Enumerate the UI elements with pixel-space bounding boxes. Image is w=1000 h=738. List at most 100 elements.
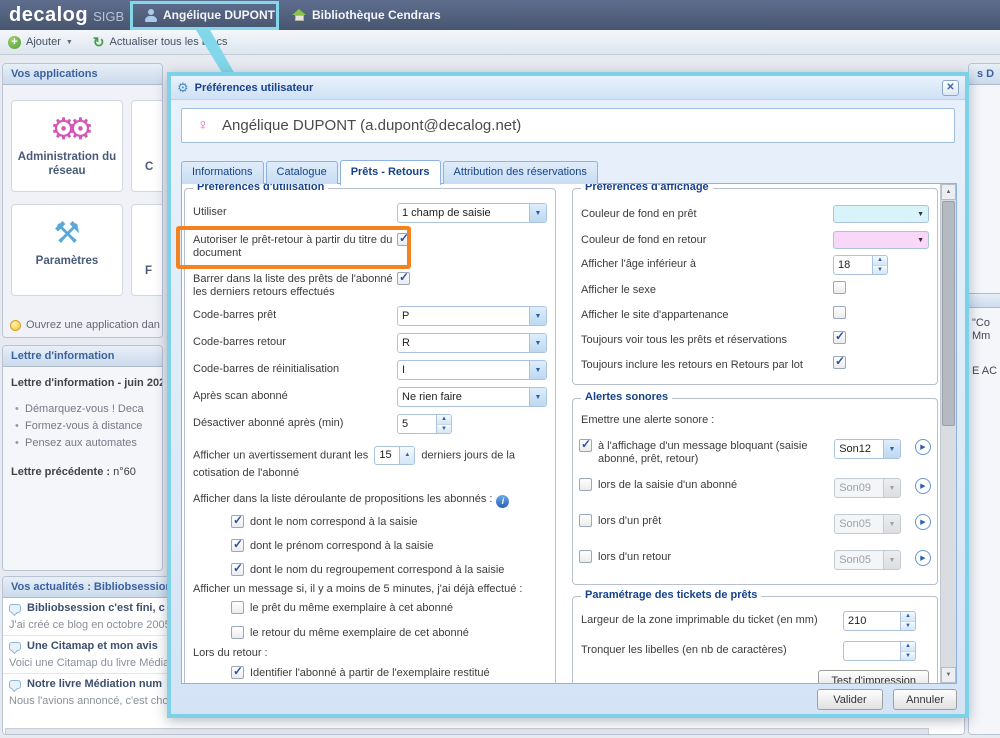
tile-parametres[interactable]: ⚒ Paramètres <box>11 204 123 296</box>
right-panel-body: "Co Mm E AC <box>969 85 1000 734</box>
couleur-pret-dropdown[interactable]: ▼ <box>833 205 929 223</box>
newsletter-link[interactable]: •Démarquez-vous ! Deca <box>11 401 154 418</box>
sound-select[interactable]: Son12 ▼ <box>834 439 901 459</box>
prop-check-regroupement[interactable]: ✓ dont le nom du regroupement correspond… <box>231 563 547 577</box>
newsletter-link[interactable]: •Pensez aux automates <box>11 435 154 452</box>
tools-icon: ⚒ <box>12 213 122 255</box>
test-impression-button[interactable]: Test d'impression <box>818 670 929 684</box>
refresh-label: Actualiser tous les blocs <box>110 36 228 48</box>
check-icon: ✓ <box>581 437 591 451</box>
add-button[interactable]: + Ajouter ▼ <box>8 36 73 49</box>
newsletter-link[interactable]: •Formez-vous à distance <box>11 418 154 435</box>
codebarres-retour-select[interactable]: R ▼ <box>397 333 547 353</box>
spin-down-icon[interactable]: ▼ <box>901 622 915 631</box>
speech-bubble-icon <box>9 680 21 689</box>
info-icon[interactable]: i <box>496 495 509 508</box>
tickets-legend: Paramétrage des tickets de prêts <box>581 589 761 601</box>
dialog-scrollbar[interactable]: ▲ ▼ <box>940 184 956 683</box>
avertissement-spinner[interactable]: 15 ▲▼ <box>374 446 415 465</box>
apres-scan-label: Après scan abonné <box>193 387 397 403</box>
apres-scan-select[interactable]: Ne rien faire ▼ <box>397 387 547 407</box>
dialog-title: Préférences utilisateur <box>195 82 314 94</box>
home-icon <box>292 9 306 21</box>
codebarres-pret-select[interactable]: P ▼ <box>397 306 547 326</box>
site-checkbox[interactable] <box>833 306 846 319</box>
prop-check-prenom[interactable]: ✓ dont le prénom correspond à la saisie <box>231 539 547 553</box>
dialog-titlebar[interactable]: ⚙ Préférences utilisateur ✕ <box>171 76 965 100</box>
tab-attribution-reservations[interactable]: Attribution des réservations <box>443 161 598 184</box>
scrollbar-thumb[interactable] <box>942 201 955 426</box>
play-icon: ▶ <box>920 482 925 490</box>
checkbox[interactable]: ✓ <box>231 515 244 528</box>
spin-down-icon[interactable]: ▼ <box>873 266 887 275</box>
chevron-down-icon: ▼ <box>529 307 546 325</box>
play-sound-button[interactable]: ▶ <box>915 514 931 530</box>
checkbox[interactable] <box>231 626 244 639</box>
voir-prets-checkbox[interactable]: ✓ <box>833 331 846 344</box>
spin-up-icon[interactable]: ▲ <box>901 612 915 622</box>
inclure-retours-checkbox[interactable]: ✓ <box>833 356 846 369</box>
checkbox[interactable]: ✓ <box>231 666 244 679</box>
codebarres-reinit-label: Code-barres de réinitialisation <box>193 360 397 376</box>
barrer-checkbox[interactable]: ✓ <box>397 272 410 285</box>
gears-icon: ⚙⚙ <box>12 109 122 151</box>
scroll-down-icon[interactable]: ▼ <box>941 667 956 683</box>
prop-check-nom[interactable]: ✓ dont le nom correspond à la saisie <box>231 515 547 529</box>
message-label: Afficher un message si, il y a moins de … <box>193 582 547 596</box>
tile-administration[interactable]: ⚙⚙ Administration du réseau <box>11 100 123 192</box>
sexe-checkbox[interactable] <box>833 281 846 294</box>
sound-row-pret: lors d'un prêt Son05 ▼ ▶ <box>579 514 931 534</box>
spin-up-icon[interactable]: ▲ <box>437 415 451 425</box>
spin-up-icon[interactable]: ▲ <box>901 642 915 652</box>
checkbox[interactable] <box>231 601 244 614</box>
spin-up-icon[interactable]: ▲ <box>873 256 887 266</box>
utiliser-select[interactable]: 1 champ de saisie ▼ <box>397 203 547 223</box>
check-icon: ✓ <box>835 329 845 343</box>
bullet-icon: • <box>15 401 19 418</box>
tile-partial-bottom[interactable]: F <box>131 204 162 296</box>
tab-informations[interactable]: Informations <box>181 161 264 184</box>
age-spinner[interactable]: 18 ▲▼ <box>833 255 888 275</box>
spin-up-icon[interactable]: ▲ <box>400 447 414 465</box>
play-sound-button[interactable]: ▶ <box>915 550 931 566</box>
msg-check-retour[interactable]: le retour du même exemplaire de cet abon… <box>231 626 547 640</box>
newsletter-panel-header: Lettre d'information <box>3 346 162 367</box>
display-fieldset: Préférences d'affichage Couleur de fond … <box>572 188 938 385</box>
tile-partial-top[interactable]: C <box>131 100 162 192</box>
age-label: Afficher l'âge inférieur à <box>581 255 833 271</box>
inclure-retours-label: Toujours inclure les retours en Retours … <box>581 356 833 372</box>
spin-down-icon[interactable]: ▼ <box>901 652 915 661</box>
sound-checkbox[interactable] <box>579 550 592 563</box>
couleur-retour-dropdown[interactable]: ▼ <box>833 231 929 249</box>
panel-footer-bar <box>5 728 929 734</box>
refresh-blocks-button[interactable]: ↻ Actualiser tous les blocs <box>93 36 228 49</box>
tab-catalogue[interactable]: Catalogue <box>266 161 338 184</box>
sound-label: à l'affichage d'un message bloquant (sai… <box>598 439 828 466</box>
codebarres-reinit-select[interactable]: I ▼ <box>397 360 547 380</box>
desactiver-spinner[interactable]: 5 ▲▼ <box>397 414 452 434</box>
cancel-button[interactable]: Annuler <box>893 689 957 710</box>
largeur-spinner[interactable]: 210 ▲▼ <box>843 611 916 631</box>
play-icon: ▶ <box>920 443 925 451</box>
apps-panel-body: ⚙⚙ Administration du réseau C ⚒ Paramètr… <box>3 85 162 337</box>
checkbox[interactable]: ✓ <box>231 563 244 576</box>
play-sound-button[interactable]: ▶ <box>915 439 931 455</box>
tickets-fieldset: Paramétrage des tickets de prêts Largeur… <box>572 596 938 684</box>
library-menu[interactable]: Bibliothèque Cendrars <box>281 0 452 30</box>
tronquer-spinner[interactable]: ▲▼ <box>843 641 916 661</box>
validate-button[interactable]: Valider <box>817 689 883 710</box>
sound-checkbox[interactable]: ✓ <box>579 439 592 452</box>
spin-down-icon[interactable]: ▼ <box>437 425 451 434</box>
identifier-check[interactable]: ✓ Identifier l'abonné à partir de l'exem… <box>231 666 547 680</box>
play-sound-button[interactable]: ▶ <box>915 478 931 494</box>
close-button[interactable]: ✕ <box>942 80 959 96</box>
previous-newsletter-number[interactable]: n°60 <box>113 466 136 478</box>
sound-checkbox[interactable] <box>579 478 592 491</box>
checkbox[interactable]: ✓ <box>231 539 244 552</box>
tab-prets-retours[interactable]: Prêts - Retours <box>340 160 441 185</box>
msg-check-pret[interactable]: le prêt du même exemplaire à cet abonné <box>231 601 547 615</box>
sound-row-bloquant: ✓ à l'affichage d'un message bloquant (s… <box>579 439 931 466</box>
sound-checkbox[interactable] <box>579 514 592 527</box>
newsletter-heading[interactable]: Lettre d'information - juin 2020 <box>11 377 154 389</box>
scroll-up-icon[interactable]: ▲ <box>941 184 956 200</box>
